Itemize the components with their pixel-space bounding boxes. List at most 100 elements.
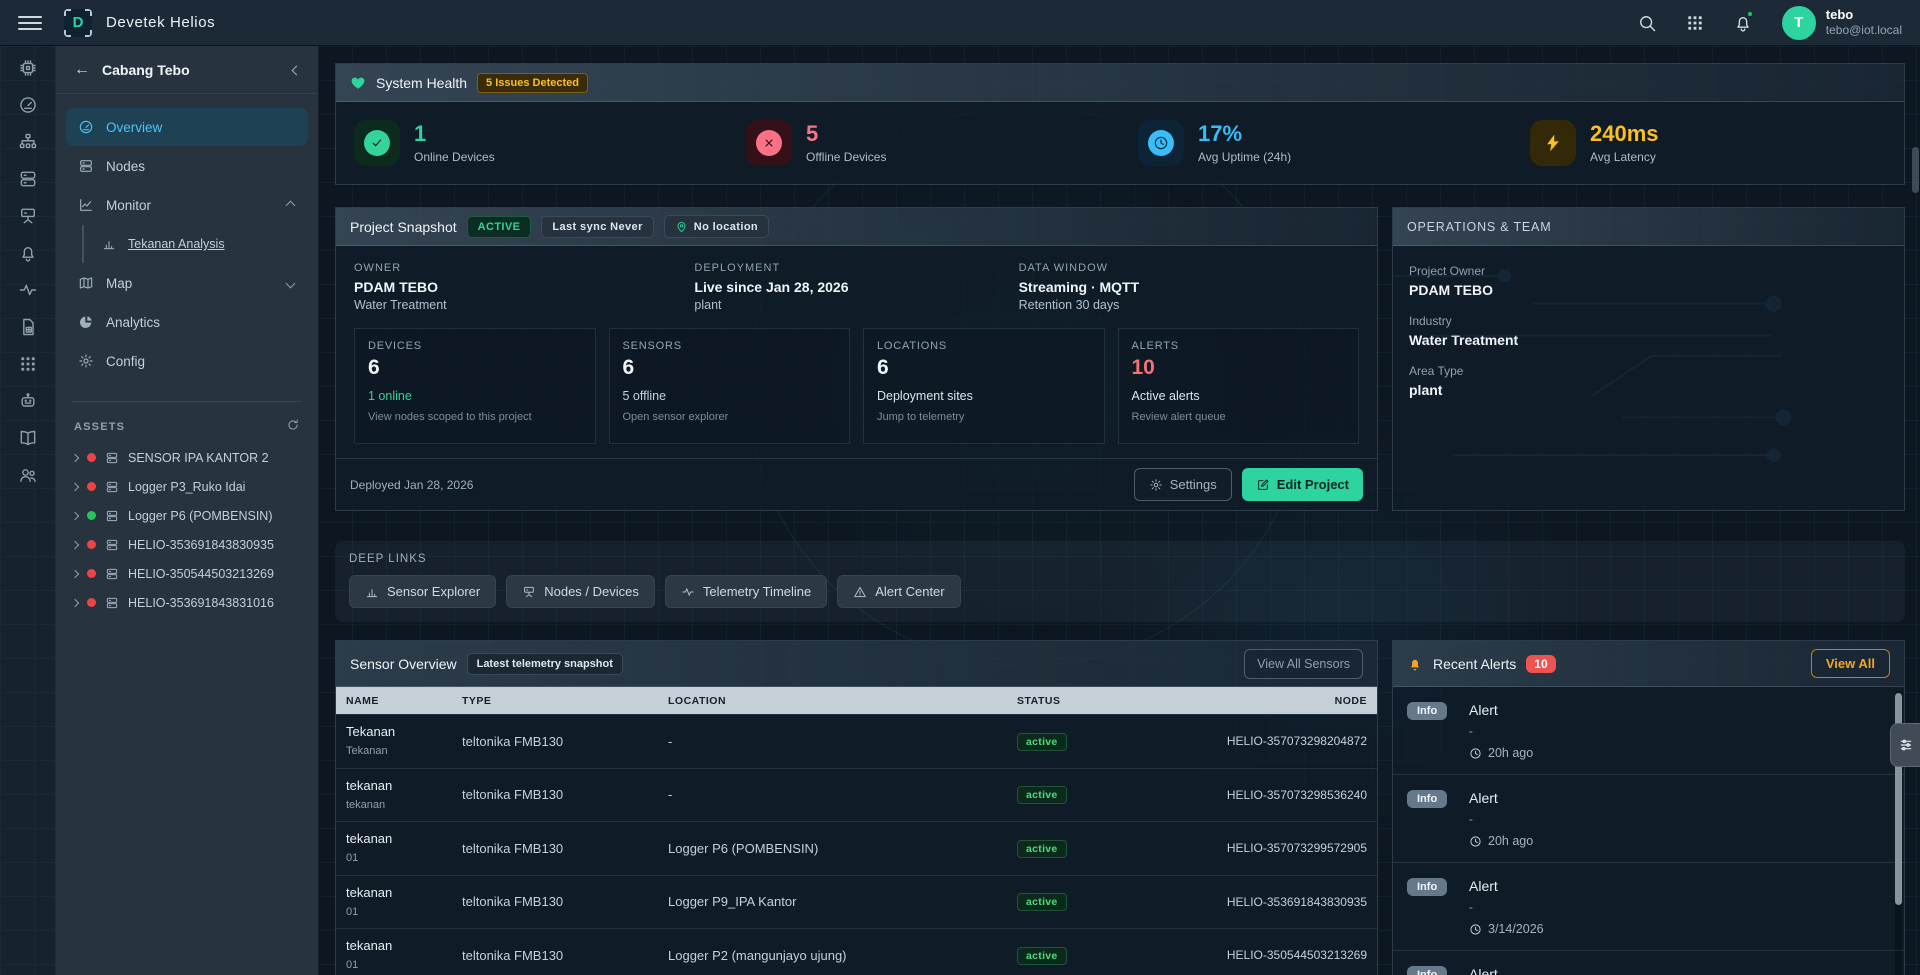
sidebar-item-analytics[interactable]: Analytics [66, 303, 308, 341]
operations-title: OPERATIONS & TEAM [1407, 220, 1551, 234]
rail-item-dashboard[interactable] [10, 93, 46, 117]
check-circle-icon [354, 120, 400, 166]
alert-item[interactable]: Info Alert - 3/14/2026 [1393, 863, 1904, 951]
rail-item-apps[interactable] [10, 352, 46, 376]
sensor-explorer-link[interactable]: Sensor Explorer [349, 575, 496, 608]
search-icon[interactable] [1630, 6, 1664, 40]
rail-item-assistant[interactable] [10, 389, 46, 413]
chevron-right-icon [71, 482, 79, 490]
asset-tree: SENSOR IPA KANTOR 2 Logger P3_Ruko Idai … [56, 443, 318, 617]
logo-letter: D [73, 14, 84, 31]
table-row[interactable]: TekananTekanan teltonika FMB130 - active… [336, 714, 1377, 768]
clock-icon [1469, 835, 1482, 848]
alerts-card[interactable]: ALERTS 10 Active alerts Review alert que… [1118, 328, 1360, 444]
sidebar-item-monitor[interactable]: Monitor [66, 186, 308, 224]
table-row[interactable]: tekanan01 teltonika FMB130 Logger P2 (ma… [336, 928, 1377, 975]
view-all-sensors-button[interactable]: View All Sensors [1244, 649, 1363, 679]
telemetry-snapshot-badge: Latest telemetry snapshot [467, 653, 623, 675]
sidebar-item-nodes[interactable]: Nodes [66, 147, 308, 185]
sidebar-item-map[interactable]: Map [66, 264, 308, 302]
devices-card[interactable]: DEVICES 6 1 online View nodes scoped to … [354, 328, 596, 444]
rail-item-servers[interactable] [10, 167, 46, 191]
rail-item-docs[interactable] [10, 426, 46, 450]
status-dot [87, 569, 96, 578]
gauge-icon [78, 119, 94, 135]
severity-badge: Info [1407, 790, 1447, 808]
edit-project-button[interactable]: Edit Project [1242, 468, 1363, 501]
pie-chart-icon [78, 314, 94, 330]
alert-count-badge: 10 [1526, 655, 1555, 673]
recent-alerts-title: Recent Alerts [1433, 656, 1516, 672]
server-icon [105, 538, 119, 552]
topbar: D Devetek Helios T tebo tebo@iot.local [0, 0, 1920, 46]
table-row[interactable]: tekanan01 teltonika FMB130 Logger P6 (PO… [336, 821, 1377, 875]
sensors-card[interactable]: SENSORS 6 5 offline Open sensor explorer [609, 328, 851, 444]
asset-item[interactable]: Logger P6 (POMBENSIN) [56, 501, 318, 530]
nodes-devices-link[interactable]: Nodes / Devices [506, 575, 655, 608]
system-health-title: System Health [376, 75, 467, 91]
telemetry-timeline-link[interactable]: Telemetry Timeline [665, 575, 827, 608]
sliders-icon [1898, 737, 1914, 753]
alert-item[interactable]: Info Alert - 20h ago [1393, 775, 1904, 863]
back-arrow-icon[interactable]: ← [70, 61, 94, 79]
app-title: Devetek Helios [106, 14, 215, 31]
sidebar-nav: Overview Nodes Monitor Tekanan Analysis … [56, 94, 318, 391]
user-menu[interactable]: T tebo tebo@iot.local [1782, 6, 1902, 40]
asset-item[interactable]: HELIO-353691843831016 [56, 588, 318, 617]
alert-center-link[interactable]: Alert Center [837, 575, 960, 608]
gear-icon [78, 353, 94, 369]
scrollbar-thumb[interactable] [1912, 147, 1919, 193]
notifications-bell-icon[interactable] [1726, 6, 1760, 40]
server-icon [105, 451, 119, 465]
rail-item-sim[interactable] [10, 315, 46, 339]
servers-icon [78, 158, 94, 174]
asset-item[interactable]: Logger P3_Ruko Idai [56, 472, 318, 501]
gauge-icon [18, 95, 38, 115]
asset-item[interactable]: HELIO-350544503213269 [56, 559, 318, 588]
rail-item-activity[interactable] [10, 278, 46, 302]
clock-icon [1469, 923, 1482, 936]
collapse-sidebar-icon[interactable] [289, 58, 304, 81]
status-badge: ACTIVE [467, 216, 532, 238]
status-dot [87, 453, 96, 462]
sidebar-item-config[interactable]: Config [66, 342, 308, 380]
server-icon [105, 509, 119, 523]
apps-grid-icon[interactable] [1678, 6, 1712, 40]
sidebar-item-overview[interactable]: Overview [66, 108, 308, 146]
rail-item-team[interactable] [10, 463, 46, 487]
bell-icon [18, 243, 38, 263]
locations-card[interactable]: LOCATIONS 6 Deployment sites Jump to tel… [863, 328, 1105, 444]
app-logo: D [64, 9, 92, 37]
settings-button[interactable]: Settings [1134, 468, 1232, 501]
data-window-field: DATA WINDOW Streaming · MQTT Retention 3… [1019, 262, 1359, 312]
asset-item[interactable]: HELIO-353691843830935 [56, 530, 318, 559]
sidebar-item-tekanan-analysis[interactable]: Tekanan Analysis [82, 225, 308, 263]
chevron-right-icon [71, 598, 79, 606]
location-badge: No location [664, 215, 769, 238]
deep-links-heading: DEEP LINKS [349, 553, 1891, 565]
view-all-alerts-button[interactable]: View All [1811, 649, 1890, 678]
grid-icon [18, 354, 38, 374]
rail-item-devices[interactable] [10, 56, 46, 80]
widget-drawer-handle[interactable] [1890, 723, 1920, 767]
status-badge: active [1017, 786, 1067, 804]
page-scrollbar[interactable] [1912, 46, 1919, 975]
table-row[interactable]: tekanantekanan teltonika FMB130 - active… [336, 768, 1377, 822]
avatar: T [1782, 6, 1816, 40]
hamburger-menu-icon[interactable] [18, 16, 42, 30]
rail-item-topology[interactable] [10, 130, 46, 154]
warning-triangle-icon [853, 585, 867, 599]
stat-online-devices: 1Online Devices [336, 120, 728, 166]
notification-dot [1746, 10, 1754, 18]
refresh-assets-icon[interactable] [286, 418, 300, 435]
rail-item-hosts[interactable] [10, 204, 46, 228]
sidebar-header: ← Cabang Tebo [56, 46, 318, 94]
table-row[interactable]: tekanan01 teltonika FMB130 Logger P9_IPA… [336, 875, 1377, 929]
chart-line-icon [78, 197, 94, 213]
asset-item[interactable]: SENSOR IPA KANTOR 2 [56, 443, 318, 472]
rail-item-alerts[interactable] [10, 241, 46, 265]
alert-item[interactable]: Info Alert - 20h ago [1393, 687, 1904, 775]
alert-item[interactable]: Info Alert [1393, 951, 1904, 975]
sensor-overview-panel: Sensor Overview Latest telemetry snapsho… [335, 640, 1378, 975]
chevron-up-icon [286, 200, 296, 210]
